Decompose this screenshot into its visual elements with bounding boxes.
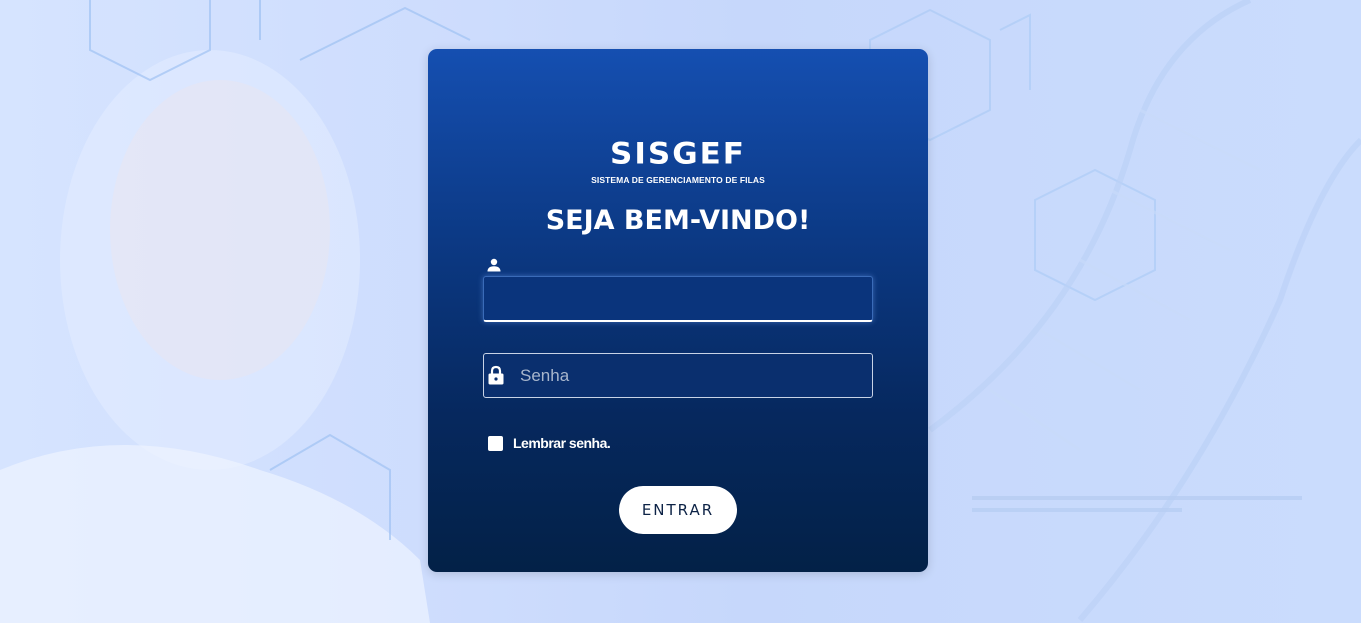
password-field[interactable]	[483, 353, 873, 398]
welcome-heading: SEJA BEM-VINDO!	[545, 205, 811, 236]
user-icon	[487, 258, 501, 272]
remember-password[interactable]: Lembrar senha.	[488, 435, 611, 451]
remember-label: Lembrar senha.	[513, 435, 611, 451]
login-card: SISGEF SISTEMA DE GERENCIAMENTO DE FILAS…	[428, 49, 928, 572]
login-button[interactable]: ENTRAR	[619, 486, 737, 534]
logo-text: SISGEF	[610, 136, 746, 172]
username-input[interactable]	[483, 276, 873, 322]
lock-icon	[488, 365, 504, 385]
logo-subtitle: SISTEMA DE GERENCIAMENTO DE FILAS	[591, 175, 765, 185]
sisgef-logo: SISGEF	[428, 138, 928, 170]
remember-checkbox[interactable]	[488, 435, 503, 451]
password-input[interactable]	[520, 354, 860, 397]
